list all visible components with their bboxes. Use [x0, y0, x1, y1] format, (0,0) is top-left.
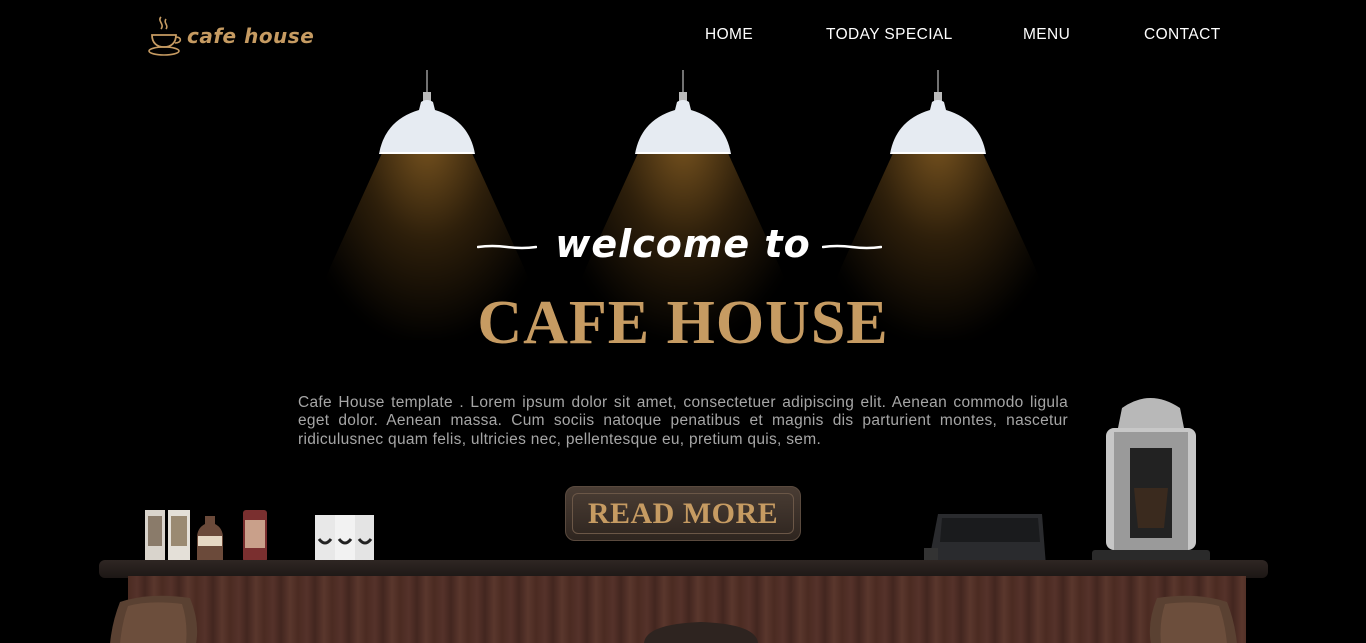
nav-item-home[interactable]: HOME: [705, 26, 753, 44]
main-nav: HOME TODAY SPECIAL MENU CONTACT: [0, 26, 1366, 46]
hero-description: Cafe House template . Lorem ipsum dolor …: [298, 393, 1068, 448]
pendant-lamp-icon: [379, 70, 475, 154]
landing-page: cafe house HOME TODAY SPECIAL MENU CONTA…: [0, 0, 1366, 643]
read-more-label: READ MORE: [587, 496, 779, 530]
beverage-bottles: [145, 510, 267, 562]
right-dash-ornament: [822, 244, 882, 250]
nav-item-today-special[interactable]: TODAY SPECIAL: [826, 26, 953, 44]
nav-item-contact[interactable]: CONTACT: [1144, 26, 1221, 44]
nav-item-menu[interactable]: MENU: [1023, 26, 1070, 44]
read-more-button[interactable]: READ MORE: [565, 486, 801, 541]
espresso-machine: [1092, 398, 1210, 562]
welcome-heading: welcome to: [555, 222, 811, 266]
chair-right: [1149, 595, 1237, 643]
pendant-lamp-icon: [890, 70, 986, 154]
chair-center: [644, 622, 758, 643]
chair-left: [110, 595, 198, 643]
cash-register: [924, 514, 1046, 566]
pendant-lamp-icon: [635, 70, 731, 154]
hero-title: CAFE HOUSE: [477, 289, 889, 357]
coffee-bags: [315, 515, 374, 563]
